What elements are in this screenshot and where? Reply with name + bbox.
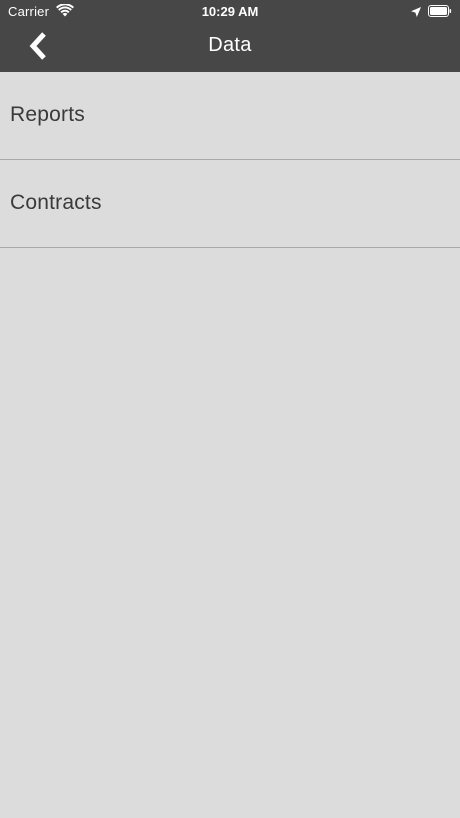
screen: Carrier 10:29 AM Data Reports Contracts xyxy=(0,0,460,818)
status-bar: Carrier 10:29 AM xyxy=(0,0,460,24)
menu-list: Reports Contracts xyxy=(0,72,460,248)
list-item-reports[interactable]: Reports xyxy=(0,72,460,160)
battery-icon xyxy=(428,5,452,17)
status-time: 10:29 AM xyxy=(201,4,259,19)
location-arrow-icon xyxy=(410,6,422,18)
nav-bar: Data xyxy=(0,24,460,72)
page-title: Data xyxy=(208,34,252,56)
list-item-contracts[interactable]: Contracts xyxy=(0,160,460,248)
list-item-label: Reports xyxy=(10,103,85,126)
list-item-label: Contracts xyxy=(10,191,102,214)
top-bar: Carrier 10:29 AM Data xyxy=(0,0,460,72)
